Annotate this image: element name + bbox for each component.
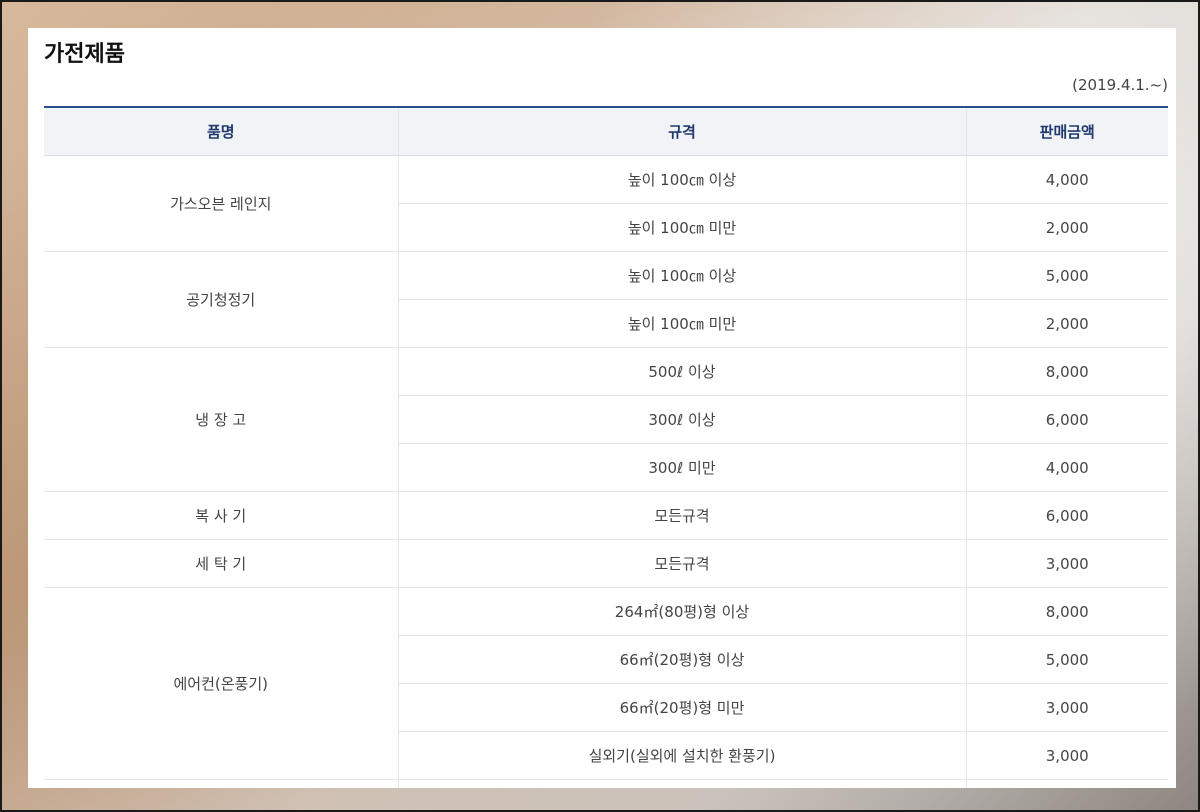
spec-cell: 실외기(실외에 설치한 환풍기) [398, 731, 967, 780]
table-header-row: 품명 규격 판매금액 [44, 106, 1168, 156]
spec-cell: 500ℓ 이상 [398, 347, 967, 396]
product-name-cell: 복 사 기 [44, 491, 399, 540]
screenshot-frame: 가전제품 (2019.4.1.~) 품명 규격 판매금액 가스오븐 레인지 높이 … [0, 0, 1200, 812]
spec-cell: 높이 100㎝ 이상 [398, 155, 967, 204]
table-body: 가스오븐 레인지 높이 100㎝ 이상 4,000 높이 100㎝ 미만 2,000 공기… [44, 155, 1168, 788]
product-name-cell: 공기청정기 [44, 251, 399, 348]
table-row [44, 779, 1168, 788]
effective-date: (2019.4.1.~) [1072, 76, 1168, 94]
header-item-name: 품명 [44, 106, 399, 156]
spec-cell: 300ℓ 이상 [398, 395, 967, 444]
spec-cell: 높이 100㎝ 이상 [398, 251, 967, 300]
spec-cell [398, 779, 967, 788]
price-table: 품명 규격 판매금액 가스오븐 레인지 높이 100㎝ 이상 4,000 높이 100… [44, 106, 1168, 788]
price-cell: 4,000 [966, 155, 1168, 204]
spec-cell: 모든규격 [398, 491, 967, 540]
spec-cell: 66㎡(20평)형 이상 [398, 635, 967, 684]
product-name-cell: 에어컨(온풍기) [44, 587, 399, 780]
table-row: 에어컨(온풍기) 264㎡(80평)형 이상 8,000 [44, 587, 1168, 780]
price-cell: 5,000 [966, 635, 1168, 684]
table-row: 공기청정기 높이 100㎝ 이상 5,000 [44, 251, 1168, 348]
spec-cell: 높이 100㎝ 미만 [398, 203, 967, 252]
price-cell: 3,000 [966, 731, 1168, 780]
price-cell: 3,000 [966, 683, 1168, 732]
spec-cell: 모든규격 [398, 539, 967, 588]
table-row: 복 사 기 모든규격 6,000 [44, 491, 1168, 540]
price-cell: 3,000 [966, 539, 1168, 588]
price-cell: 8,000 [966, 347, 1168, 396]
spec-cell: 66㎡(20평)형 미만 [398, 683, 967, 732]
spec-cell: 264㎡(80평)형 이상 [398, 587, 967, 636]
price-cell: 2,000 [966, 299, 1168, 348]
table-row: 가스오븐 레인지 높이 100㎝ 이상 4,000 [44, 155, 1168, 252]
product-name-cell [44, 779, 399, 788]
product-name-cell: 세 탁 기 [44, 539, 399, 588]
header-price: 판매금액 [966, 106, 1168, 156]
product-name-cell: 냉 장 고 [44, 347, 399, 492]
product-name-cell: 가스오븐 레인지 [44, 155, 399, 252]
spec-cell: 300ℓ 미만 [398, 443, 967, 492]
table-row: 세 탁 기 모든규격 3,000 [44, 539, 1168, 588]
price-cell: 6,000 [966, 395, 1168, 444]
spec-cell: 높이 100㎝ 미만 [398, 299, 967, 348]
price-cell: 5,000 [966, 251, 1168, 300]
price-cell: 6,000 [966, 491, 1168, 540]
price-cell: 4,000 [966, 443, 1168, 492]
page-title: 가전제품 [44, 42, 125, 67]
table-row: 냉 장 고 500ℓ 이상 8,000 [44, 347, 1168, 492]
price-cell: 8,000 [966, 587, 1168, 636]
price-cell: 2,000 [966, 203, 1168, 252]
price-cell [966, 779, 1168, 788]
header-spec: 규격 [398, 106, 967, 156]
content-card: 가전제품 (2019.4.1.~) 품명 규격 판매금액 가스오븐 레인지 높이 … [28, 28, 1176, 788]
